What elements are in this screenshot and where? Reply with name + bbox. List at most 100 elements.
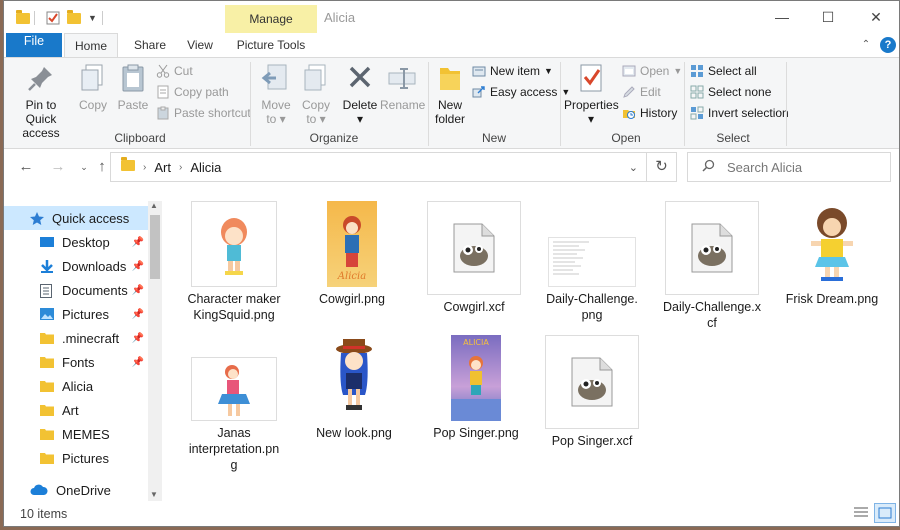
folder-icon — [16, 9, 30, 27]
download-icon — [40, 260, 54, 273]
file-name: Frisk Dream.png — [785, 292, 879, 306]
select-none-button[interactable]: Select none — [690, 83, 771, 101]
edit-icon — [622, 85, 636, 99]
folder-icon — [40, 356, 54, 368]
file-item[interactable]: Janas interpretation.pn g — [182, 357, 286, 473]
sidebar-item-pictures[interactable]: Pictures 📌 — [4, 302, 148, 326]
paste-shortcut-button[interactable]: Paste shortcut — [156, 104, 251, 122]
desktop-icon — [40, 236, 54, 248]
sidebar-item-fonts[interactable]: Fonts 📌 — [4, 350, 148, 374]
open-icon — [622, 64, 636, 78]
tab-view[interactable]: View — [180, 33, 220, 57]
sidebar-item-pictures-folder[interactable]: Pictures — [4, 446, 148, 470]
properties-dropdown-icon[interactable]: ▾ — [564, 112, 618, 126]
scroll-up-icon[interactable]: ▲ — [150, 201, 158, 210]
history-button[interactable]: History — [622, 104, 677, 122]
rename-button[interactable]: Rename — [380, 62, 425, 112]
details-view-icon[interactable] — [852, 505, 870, 521]
back-arrow-icon[interactable]: ← — [16, 157, 36, 177]
sidebar-item-documents[interactable]: Documents 📌 — [4, 278, 148, 302]
file-item[interactable]: Daily-Challenge.x cf — [660, 201, 764, 331]
cut-button[interactable]: Cut — [156, 62, 193, 80]
file-item[interactable]: Pop Singer.xcf — [540, 335, 644, 449]
search-input[interactable]: Search Alicia — [727, 160, 802, 175]
copy-path-button[interactable]: Copy path — [156, 83, 229, 101]
address-folder-icon — [121, 157, 135, 174]
recent-locations-icon[interactable]: ⌄ — [74, 157, 94, 177]
tab-picture-tools[interactable]: Picture Tools — [229, 33, 313, 57]
pin-icon: 📌 — [131, 236, 144, 248]
copy-to-button[interactable]: Copy to ▾ — [296, 62, 336, 126]
file-item[interactable]: Character maker KingSquid.png — [182, 201, 286, 323]
file-item[interactable]: Alicia Cowgirl.png — [300, 201, 404, 307]
maximize-icon[interactable]: ☐ — [818, 7, 838, 27]
easy-access-button[interactable]: Easy access ▼ — [472, 83, 570, 101]
sidebar-item-label: Desktop — [62, 234, 110, 250]
copy-path-icon — [156, 85, 170, 99]
large-icons-view-icon[interactable] — [874, 503, 896, 523]
tab-share[interactable]: Share — [128, 33, 172, 57]
manage-contextual-tab[interactable]: Manage — [225, 5, 317, 33]
properties-quick-icon[interactable] — [46, 9, 60, 27]
customize-quick-access-icon[interactable]: ▼ — [88, 9, 97, 27]
address-dropdown-icon[interactable]: ⌄ — [629, 161, 638, 174]
up-arrow-icon[interactable]: ↑ — [92, 157, 112, 177]
pin-to-quick-access-button[interactable]: Pin to Quick access — [10, 62, 72, 140]
sidebar-item-minecraft[interactable]: .minecraft 📌 — [4, 326, 148, 350]
file-item[interactable]: Frisk Dream.png — [780, 201, 884, 307]
breadcrumb-art[interactable]: Art — [154, 160, 171, 175]
search-box[interactable]: Search Alicia — [687, 152, 891, 182]
select-all-button[interactable]: Select all — [690, 62, 757, 80]
help-icon[interactable]: ? — [880, 37, 896, 53]
gimp-file-icon — [427, 201, 521, 295]
scrollbar-thumb[interactable] — [150, 215, 160, 279]
file-item[interactable]: Cowgirl.xcf — [422, 201, 526, 315]
new-folder-button[interactable]: New folder — [432, 62, 468, 126]
scissors-icon — [156, 64, 170, 78]
edit-button[interactable]: Edit — [622, 83, 661, 101]
new-item-label: New item — [490, 64, 541, 78]
delete-dropdown-icon[interactable]: ▾ — [340, 112, 380, 126]
address-bar[interactable]: › Art › Alicia ⌄ — [110, 152, 647, 182]
file-item[interactable]: ALICIA Pop Singer.png — [424, 335, 528, 441]
breadcrumb-alicia[interactable]: Alicia — [190, 160, 221, 175]
sidebar-item-alicia[interactable]: Alicia — [4, 374, 148, 398]
move-to-button[interactable]: Move to ▾ — [256, 62, 296, 126]
copy-button[interactable]: Copy — [76, 62, 110, 112]
collapse-ribbon-icon[interactable]: ⌃ — [858, 33, 874, 57]
properties-button[interactable]: Properties ▾ — [564, 62, 619, 126]
ribbon-divider — [250, 62, 251, 146]
navigation-scrollbar[interactable]: ▲ ▼ — [148, 201, 162, 501]
divider — [34, 11, 35, 25]
sidebar-item-label: Downloads — [62, 258, 127, 274]
forward-arrow-icon[interactable]: → — [48, 157, 68, 177]
file-item[interactable]: Daily-Challenge. png — [540, 201, 644, 323]
sidebar-item-art[interactable]: Art — [4, 398, 148, 422]
folder-icon — [40, 380, 54, 392]
paste-button[interactable]: Paste — [115, 62, 151, 112]
scroll-down-icon[interactable]: ▼ — [150, 490, 158, 499]
tab-home[interactable]: Home — [64, 33, 118, 57]
file-item[interactable]: New look.png — [302, 335, 406, 441]
move-to-label-2: to ▾ — [266, 112, 286, 126]
open-button[interactable]: Open ▼ — [622, 62, 682, 80]
sidebar-item-desktop[interactable]: Desktop 📌 — [4, 230, 148, 254]
clipboard-group-label: Clipboard — [114, 131, 166, 145]
sidebar-item-downloads[interactable]: Downloads 📌 — [4, 254, 148, 278]
cloud-icon — [30, 484, 48, 496]
daily-challenge-thumbnail — [548, 237, 636, 287]
minimize-icon[interactable]: — — [772, 7, 792, 27]
frisk-dream-thumbnail — [797, 201, 867, 287]
delete-button[interactable]: Delete ▾ — [340, 62, 380, 126]
select-none-label: Select none — [708, 85, 772, 99]
close-icon[interactable]: ✕ — [866, 7, 886, 27]
new-item-button[interactable]: New item ▼ — [472, 62, 553, 80]
refresh-icon[interactable]: ↻ — [647, 152, 677, 182]
sidebar-item-memes[interactable]: MEMES — [4, 422, 148, 446]
tab-file[interactable]: File — [6, 33, 62, 57]
folder-icon — [40, 332, 54, 344]
sidebar-item-quick-access[interactable]: Quick access — [4, 206, 148, 230]
invert-selection-button[interactable]: Invert selection — [690, 104, 789, 122]
sidebar-item-onedrive[interactable]: OneDrive — [4, 478, 148, 502]
new-folder-quick-icon[interactable] — [67, 9, 81, 27]
